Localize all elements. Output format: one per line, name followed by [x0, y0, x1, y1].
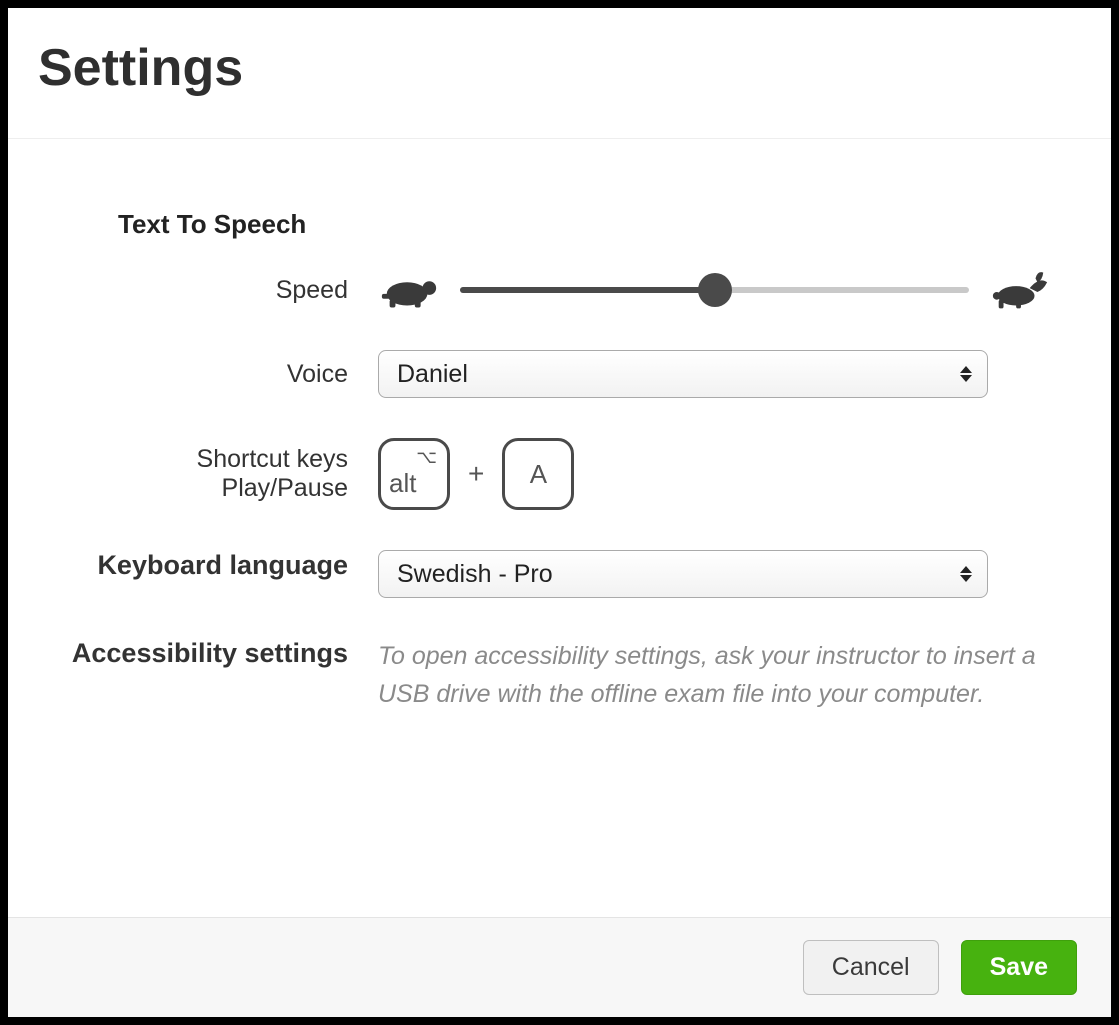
save-button[interactable]: Save	[961, 940, 1077, 995]
chevron-up-down-icon	[959, 564, 973, 584]
accessibility-label: Accessibility settings	[68, 638, 378, 669]
speed-slider[interactable]	[460, 275, 969, 305]
speed-label: Speed	[68, 276, 378, 305]
section-tts-title: Text To Speech	[118, 209, 1051, 240]
row-accessibility: Accessibility settings To open accessibi…	[68, 638, 1051, 713]
row-voice: Voice Daniel	[68, 350, 1051, 398]
shortcut-label-line1: Shortcut keys	[68, 445, 348, 474]
accessibility-help-text: To open accessibility settings, ask your…	[378, 638, 1048, 713]
turtle-icon	[378, 270, 440, 310]
dialog-body: Text To Speech Speed	[8, 139, 1111, 917]
keyboard-language-label: Keyboard language	[68, 550, 378, 581]
dialog-header: Settings	[8, 8, 1111, 139]
slider-track-fill	[460, 287, 715, 293]
dialog-footer: Cancel Save	[8, 917, 1111, 1017]
settings-dialog: Settings Text To Speech Speed	[0, 0, 1119, 1025]
key-modifier-text: alt	[389, 468, 416, 499]
rabbit-icon	[989, 270, 1051, 310]
voice-select-value: Daniel	[397, 360, 468, 389]
voice-label: Voice	[68, 360, 378, 389]
voice-select[interactable]: Daniel	[378, 350, 988, 398]
key-main-text: A	[530, 459, 547, 490]
plus-separator: +	[468, 458, 484, 490]
slider-thumb[interactable]	[698, 273, 732, 307]
shortcut-label: Shortcut keys Play/Pause	[68, 445, 378, 503]
chevron-up-down-icon	[959, 364, 973, 384]
row-speed: Speed	[68, 270, 1051, 310]
option-glyph-icon: ⌥	[416, 447, 437, 468]
keyboard-language-value: Swedish - Pro	[397, 560, 553, 589]
row-keyboard-language: Keyboard language Swedish - Pro	[68, 550, 1051, 598]
keyboard-language-select[interactable]: Swedish - Pro	[378, 550, 988, 598]
page-title: Settings	[38, 38, 1081, 98]
key-main: A	[502, 438, 574, 510]
row-shortcut: Shortcut keys Play/Pause ⌥ alt + A	[68, 438, 1051, 510]
cancel-button[interactable]: Cancel	[803, 940, 939, 995]
shortcut-label-line2: Play/Pause	[68, 474, 348, 503]
key-modifier: ⌥ alt	[378, 438, 450, 510]
